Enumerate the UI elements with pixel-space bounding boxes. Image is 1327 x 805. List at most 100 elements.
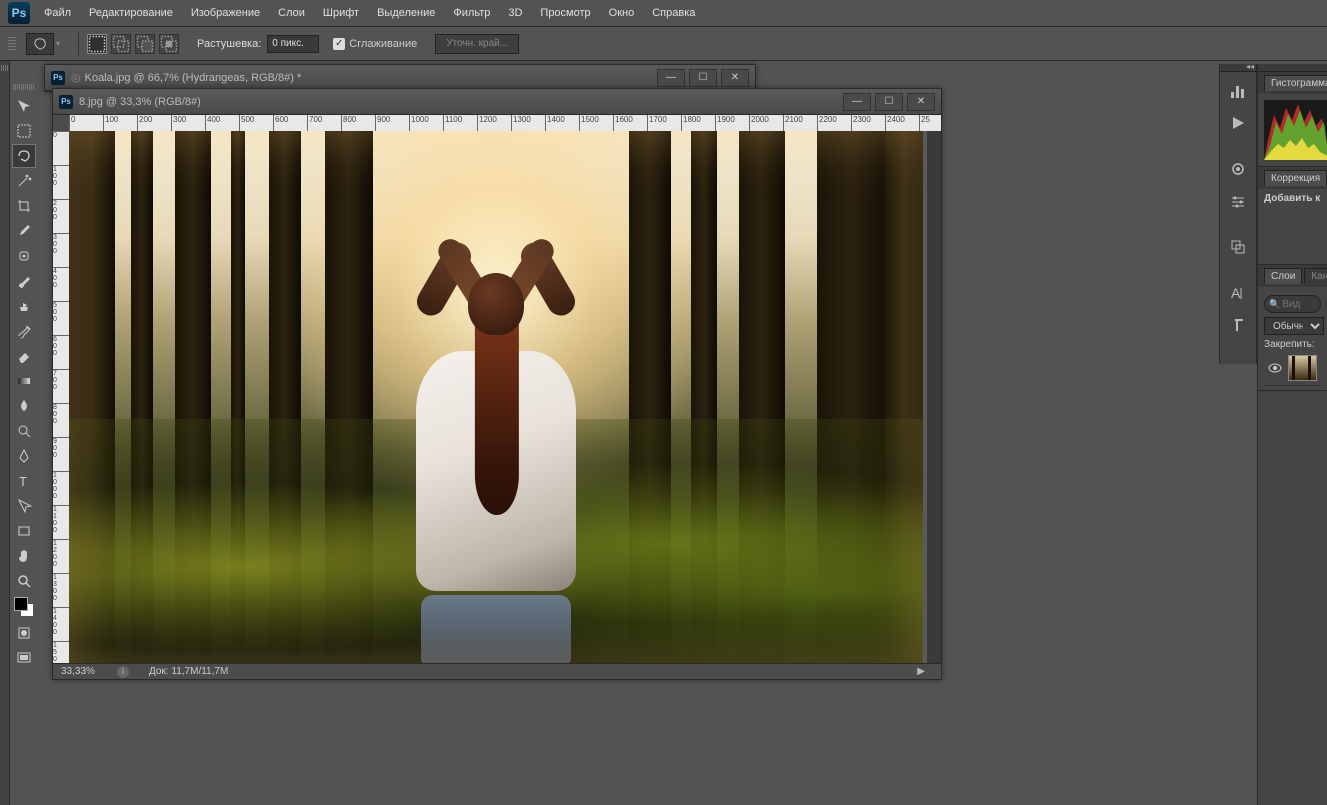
options-bar: ▾ Растушевка: ✓ Сглаживание Уточн. край.… [0, 27, 1327, 61]
dock-collapse-grip[interactable] [1220, 64, 1256, 72]
histogram-icon[interactable] [1223, 78, 1253, 104]
menu-layers[interactable]: Слои [278, 7, 305, 19]
magic-wand-tool[interactable] [12, 169, 36, 193]
ruler-tick: 100 [103, 115, 118, 131]
tab-histogram[interactable]: Гистограмма [1264, 75, 1327, 91]
character-icon[interactable]: A [1223, 280, 1253, 306]
minimize-button[interactable]: — [843, 93, 871, 111]
zoom-level[interactable]: 33,33% [61, 666, 111, 677]
eyedropper-tool[interactable] [12, 219, 36, 243]
visibility-icon[interactable] [1268, 361, 1282, 375]
layer-thumbnail[interactable] [1288, 355, 1317, 381]
canvas[interactable] [69, 131, 927, 663]
close-button[interactable]: ✕ [721, 69, 749, 87]
doc-icon: Ps [59, 95, 73, 109]
menu-view[interactable]: Просмотр [540, 7, 590, 19]
menu-filter[interactable]: Фильтр [453, 7, 490, 19]
foreground-color[interactable] [14, 597, 28, 611]
layer-filter[interactable]: 🔍 [1264, 295, 1321, 313]
crop-tool[interactable] [12, 194, 36, 218]
blur-tool[interactable] [12, 394, 36, 418]
vertical-ruler[interactable]: 0100200300400500600700800900100011001200… [53, 131, 69, 663]
brush-tool[interactable] [12, 269, 36, 293]
rectangle-tool[interactable] [12, 519, 36, 543]
dock-grip[interactable] [1, 65, 9, 71]
new-selection-icon[interactable] [87, 34, 107, 54]
paragraph-icon[interactable] [1223, 312, 1253, 338]
ruler-tick: 1500 [53, 641, 69, 663]
clone-src-icon[interactable] [1223, 234, 1253, 260]
refine-edge-button[interactable]: Уточн. край... [435, 34, 519, 54]
add-selection-icon[interactable] [111, 34, 131, 54]
ruler-tick: 0 [53, 131, 69, 139]
adjust-icon[interactable] [1223, 188, 1253, 214]
play-icon[interactable] [1223, 110, 1253, 136]
ruler-tick: 25 [919, 115, 930, 131]
history-brush-tool[interactable] [12, 319, 36, 343]
clone-stamp-tool[interactable] [12, 294, 36, 318]
screen-mode-tool[interactable] [12, 646, 36, 670]
vertical-scrollbar[interactable] [927, 131, 941, 663]
rect-marquee-tool[interactable] [12, 119, 36, 143]
tab-channels[interactable]: Кана [1304, 268, 1327, 284]
ruler-tick: 1300 [53, 573, 69, 602]
type-tool[interactable]: T [12, 469, 36, 493]
pen-tool[interactable] [12, 444, 36, 468]
menu-edit[interactable]: Редактирование [89, 7, 173, 19]
tab-adjustments[interactable]: Коррекция [1264, 170, 1327, 186]
ruler-tick: 600 [53, 335, 69, 357]
options-grip[interactable] [8, 37, 16, 51]
separator [78, 33, 79, 55]
feather-input[interactable] [267, 35, 319, 53]
panel-grip[interactable] [1258, 64, 1327, 72]
subtract-selection-icon[interactable] [135, 34, 155, 54]
color-swatch[interactable] [14, 597, 34, 617]
dodge-tool[interactable] [12, 419, 36, 443]
layer-filter-input[interactable] [1282, 299, 1322, 310]
horizontal-ruler[interactable]: 0100200300400500600700800900100011001200… [69, 115, 941, 131]
ruler-tick: 500 [53, 301, 69, 323]
tool-preset-dropdown[interactable] [26, 33, 54, 55]
menu-file[interactable]: Файл [44, 7, 71, 19]
maximize-button[interactable]: ☐ [875, 93, 903, 111]
intersect-selection-icon[interactable] [159, 34, 179, 54]
gradient-tool[interactable] [12, 369, 36, 393]
doc-info[interactable]: Док: 11,7M/11,7M [149, 666, 228, 677]
lasso-tool[interactable] [12, 144, 36, 168]
status-bar: 33,33% i Док: 11,7M/11,7M ▶ [53, 663, 941, 679]
document-window-8jpg[interactable]: Ps 8.jpg @ 33,3% (RGB/8#) — ☐ ✕ 01002003… [52, 88, 942, 680]
quick-mask-tool[interactable] [12, 621, 36, 645]
minimize-button[interactable]: — [657, 69, 685, 87]
tool-palette: T [10, 84, 38, 671]
ruler-tick: 1100 [443, 115, 462, 131]
status-arrow-icon[interactable]: ▶ [917, 666, 925, 677]
menu-window[interactable]: Окно [609, 7, 635, 19]
antialias-checkbox[interactable]: ✓ [333, 38, 345, 50]
brush-preset-icon[interactable] [1223, 156, 1253, 182]
menu-help[interactable]: Справка [652, 7, 695, 19]
maximize-button[interactable]: ☐ [689, 69, 717, 87]
hand-tool[interactable] [12, 544, 36, 568]
info-icon[interactable]: i [117, 666, 129, 678]
ruler-tick: 2000 [749, 115, 769, 131]
menu-image[interactable]: Изображение [191, 7, 260, 19]
layer-row-background[interactable] [1264, 350, 1321, 386]
ruler-tick: 300 [53, 233, 69, 255]
ruler-tick: 400 [205, 115, 220, 131]
healing-brush-tool[interactable] [12, 244, 36, 268]
menu-3d[interactable]: 3D [508, 7, 522, 19]
svg-text:T: T [19, 474, 27, 489]
dropdown-arrow-icon[interactable]: ▾ [56, 39, 60, 48]
document-title: 8.jpg @ 33,3% (RGB/8#) [79, 96, 839, 108]
blend-mode-select[interactable]: Обычные [1264, 317, 1324, 335]
eraser-tool[interactable] [12, 344, 36, 368]
path-select-tool[interactable] [12, 494, 36, 518]
menu-type[interactable]: Шрифт [323, 7, 359, 19]
move-tool[interactable] [12, 94, 36, 118]
close-button[interactable]: ✕ [907, 93, 935, 111]
ruler-tick: 2200 [817, 115, 837, 131]
tools-grip[interactable] [13, 84, 35, 90]
zoom-tool[interactable] [12, 569, 36, 593]
tab-layers[interactable]: Слои [1264, 268, 1302, 284]
menu-select[interactable]: Выделение [377, 7, 435, 19]
